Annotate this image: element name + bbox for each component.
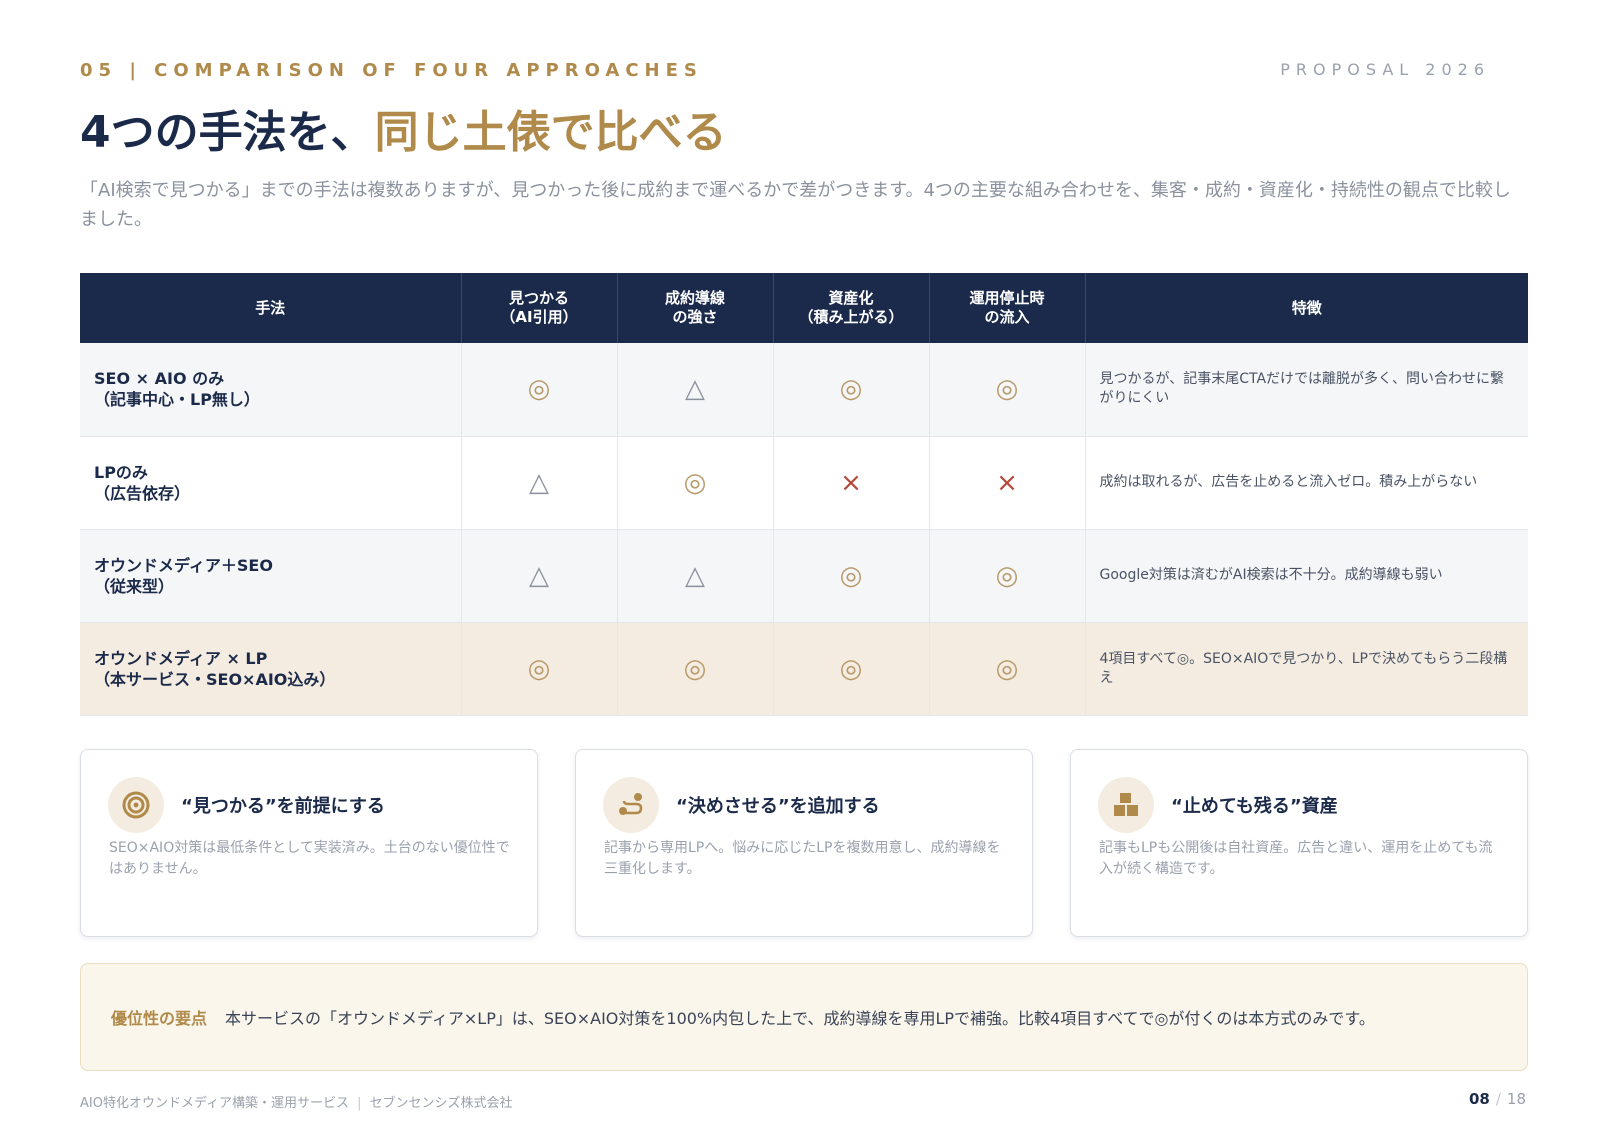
footer-service-name: AIO特化オウンドメディア構築・運用サービス — [80, 1096, 350, 1111]
benefit-card: “見つかる”を前提にする SEO×AIO対策は最低条件として実装済み。土台のない… — [80, 749, 538, 937]
feature-cell: Google対策は済むがAI検索は不十分。成約導線も弱い — [1085, 529, 1528, 623]
key-point-label: 優位性の要点 — [111, 1009, 208, 1028]
rating-mark: ◎ — [617, 436, 774, 530]
title-accent: 同じ土俵で比べる — [374, 107, 727, 158]
method-cell: LPのみ （広告依存） — [80, 436, 462, 530]
feature-cell: 4項目すべて◎。SEO×AIOで見つかり、LPで決めてもらう二段構え — [1085, 622, 1528, 716]
rating-mark: ◎ — [461, 622, 618, 716]
rating-mark: ◎ — [461, 343, 618, 437]
card-body: 記事もLPも公開後は自社資産。広告と違い、運用を止めても流入が続く構造です。 — [1099, 840, 1493, 877]
card-title: “決めさせる”を追加する — [676, 796, 880, 817]
rating-mark: ◎ — [617, 622, 774, 716]
feature-cell: 見つかるが、記事末尾CTAだけでは離脱が多く、問い合わせに繋がりにくい — [1085, 343, 1528, 437]
page-title: 4つの手法を、同じ土俵で比べる — [80, 96, 727, 160]
rating-mark: × — [773, 436, 930, 530]
footer-company: セブンセンシズ株式会社 — [369, 1096, 513, 1111]
comparison-table: 手法 見つかる （AI引用） 成約導線 の強さ 資産化 （積み上がる） 運用停止時 の流… — [80, 273, 1528, 716]
proposal-label: PROPOSAL 2026 — [1280, 60, 1490, 79]
rating-mark: △ — [461, 529, 618, 623]
page-current: 08 — [1468, 1090, 1490, 1108]
page-total: 18 — [1506, 1090, 1526, 1108]
rating-mark: ◎ — [929, 343, 1086, 437]
section-eyebrow: 05 | COMPARISON OF FOUR APPROACHES — [80, 60, 703, 81]
key-point-text: 本サービスの「オウンドメディア×LP」は、SEO×AIO対策を100%内包した上… — [225, 1009, 1375, 1028]
target-icon — [108, 777, 164, 833]
method-cell: オウンドメディア × LP （本サービス・SEO×AIO込み） — [80, 622, 462, 716]
table-row: オウンドメディア＋SEO （従来型） △ △ ◎ ◎ Google対策は済むがAI… — [80, 529, 1528, 623]
card-body: SEO×AIO対策は最低条件として実装済み。土台のない優位性ではありません。 — [109, 840, 510, 877]
header-conversion: 成約導線 の強さ — [617, 273, 774, 343]
page-separator: / — [1495, 1090, 1501, 1108]
footer-divider: | — [357, 1096, 362, 1111]
boxes-icon — [1098, 777, 1154, 833]
table-row: SEO × AIO のみ （記事中心・LP無し） ◎ △ ◎ ◎ 見つかるが、記事… — [80, 343, 1528, 437]
page-number: 08 / 18 — [1469, 1090, 1526, 1108]
benefit-card: “決めさせる”を追加する 記事から専用LPへ。悩みに応じたLPを複数用意し、成約… — [575, 749, 1033, 937]
card-title: “止めても残る”資産 — [1171, 796, 1338, 817]
rating-mark: △ — [617, 343, 774, 437]
header-found: 見つかる （AI引用） — [461, 273, 618, 343]
rating-mark: △ — [617, 529, 774, 623]
table-header-row: 手法 見つかる （AI引用） 成約導線 の強さ 資産化 （積み上がる） 運用停止時 の流… — [80, 273, 1528, 343]
rating-mark: ◎ — [929, 529, 1086, 623]
card-body: 記事から専用LPへ。悩みに応じたLPを複数用意し、成約導線を三重化します。 — [604, 840, 1001, 877]
route-icon — [603, 777, 659, 833]
rating-mark: ◎ — [773, 529, 930, 623]
card-title: “見つかる”を前提にする — [181, 796, 385, 817]
method-cell: オウンドメディア＋SEO （従来型） — [80, 529, 462, 623]
table-row: LPのみ （広告依存） △ ◎ × × 成約は取れるが、広告を止めると流入ゼロ。積… — [80, 436, 1528, 530]
header-method: 手法 — [80, 273, 462, 343]
footer-service: AIO特化オウンドメディア構築・運用サービス | セブンセンシズ株式会社 — [80, 1092, 512, 1111]
benefit-card: “止めても残る”資産 記事もLPも公開後は自社資産。広告と違い、運用を止めても流… — [1070, 749, 1528, 937]
rating-mark: ◎ — [773, 622, 930, 716]
table-row-highlighted: オウンドメディア × LP （本サービス・SEO×AIO込み） ◎ ◎ ◎ ◎ 4… — [80, 622, 1528, 716]
header-after-stop: 運用停止時 の流入 — [929, 273, 1086, 343]
method-cell: SEO × AIO のみ （記事中心・LP無し） — [80, 343, 462, 437]
feature-cell: 成約は取れるが、広告を止めると流入ゼロ。積み上がらない — [1085, 436, 1528, 530]
title-main: 4つの手法を、 — [80, 107, 375, 158]
rating-mark: ◎ — [929, 622, 1086, 716]
lead-text: 「AI検索で見つかる」までの手法は複数ありますが、見つかった後に成約まで運べるか… — [80, 180, 1511, 230]
rating-mark: △ — [461, 436, 618, 530]
header-asset: 資産化 （積み上がる） — [773, 273, 930, 343]
key-point-box: 優位性の要点 本サービスの「オウンドメディア×LP」は、SEO×AIO対策を10… — [80, 963, 1528, 1071]
rating-mark: × — [929, 436, 1086, 530]
rating-mark: ◎ — [773, 343, 930, 437]
header-feature: 特徴 — [1085, 273, 1528, 343]
